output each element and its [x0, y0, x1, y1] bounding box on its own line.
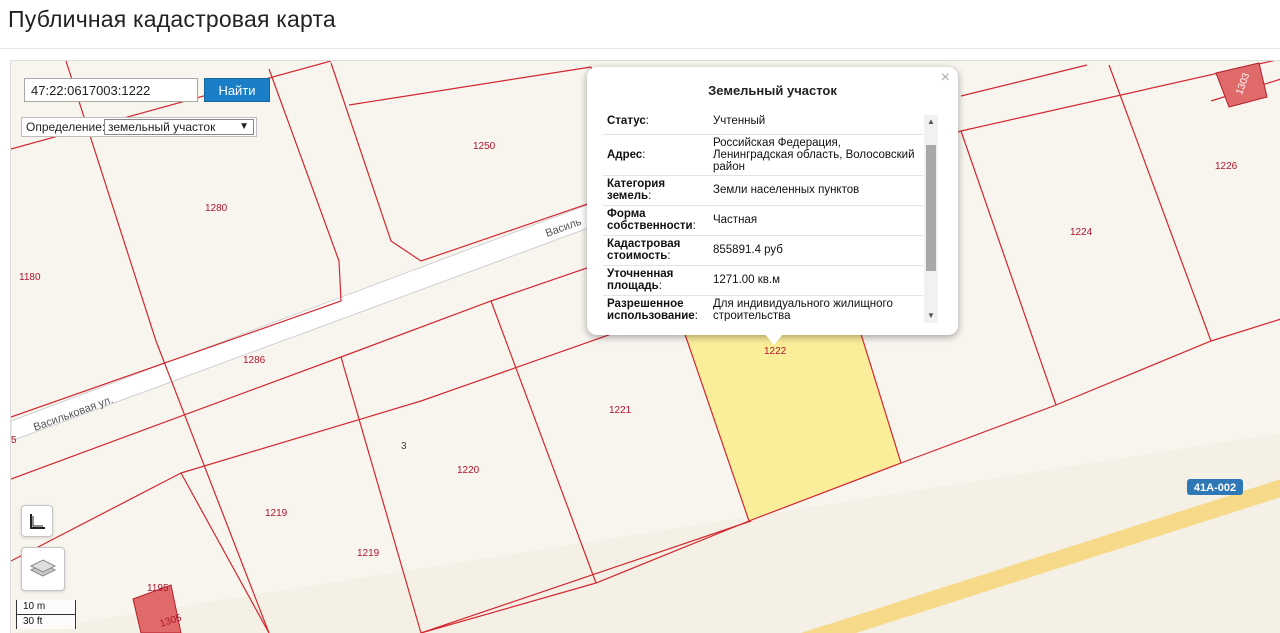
layers-icon	[29, 559, 57, 577]
popup-scrollbar[interactable]: ▲ ▼	[924, 115, 938, 323]
info-value: Частная	[709, 205, 923, 236]
definition-selected: земельный участок	[108, 120, 216, 134]
info-key: Статус:	[603, 109, 709, 135]
find-button[interactable]: Найти	[204, 78, 270, 102]
scale-metric: 10 m	[16, 600, 76, 615]
scroll-up-icon[interactable]: ▲	[924, 115, 938, 129]
cadastral-number-input[interactable]	[24, 78, 198, 102]
info-row: Разрешенное использование: Для индивидуа…	[603, 295, 923, 321]
plot-label: 1220	[457, 465, 480, 476]
info-key: Адрес:	[603, 134, 709, 176]
measure-tool-button[interactable]	[21, 505, 53, 537]
layers-button[interactable]	[21, 547, 65, 591]
info-row: Адрес: Российская Федерация, Ленинградск…	[603, 134, 923, 176]
info-value: 855891.4 руб	[709, 235, 923, 266]
plot-label: 1195	[147, 583, 169, 594]
definition-control: Определение: земельный участок ▼	[21, 117, 257, 137]
info-row: Статус: Учтенный	[603, 109, 923, 135]
plot-label: 1219	[357, 548, 380, 559]
plot-label: 1221	[609, 405, 632, 416]
title-divider	[0, 48, 1280, 49]
parcel-info-table: Статус: Учтенный Адрес: Российская Федер…	[603, 109, 923, 321]
plot-label: 1180	[19, 272, 41, 283]
scale-imperial: 30 ft	[16, 615, 76, 629]
info-row: Категория земель: Земли населенных пункт…	[603, 175, 923, 206]
plot-label: 1226	[1215, 161, 1238, 172]
popup-pointer	[764, 333, 784, 345]
plot-label: 1286	[243, 355, 266, 366]
info-row: Кадастровая стоимость: 855891.4 руб	[603, 235, 923, 266]
scale-bar: 10 m 30 ft	[16, 600, 76, 629]
plot-label: 1280	[205, 203, 228, 214]
info-key: Категория земель:	[603, 175, 709, 206]
scroll-down-icon[interactable]: ▼	[924, 309, 938, 323]
info-key: Кадастровая стоимость:	[603, 235, 709, 266]
info-value: Для индивидуального жилищного строительс…	[709, 295, 923, 321]
info-value: 1271.00 кв.м	[709, 265, 923, 296]
chevron-down-icon: ▼	[239, 121, 249, 132]
plot-label: 1219	[265, 508, 288, 519]
info-key: Уточненная площадь:	[603, 265, 709, 296]
info-value: Российская Федерация, Ленинградская обла…	[709, 134, 923, 176]
ruler-icon	[30, 514, 45, 529]
info-row: Уточненная площадь: 1271.00 кв.м	[603, 265, 923, 296]
definition-label: Определение:	[26, 120, 106, 134]
info-value: Земли населенных пунктов	[709, 175, 923, 206]
definition-select[interactable]: земельный участок ▼	[104, 119, 254, 135]
scroll-thumb[interactable]	[926, 145, 936, 271]
info-key: Форма собственности:	[603, 205, 709, 236]
popup-title: Земельный участок	[708, 83, 837, 98]
parcel-info-popup: × Земельный участок Статус: Учтенный Адр…	[587, 67, 958, 335]
road-badge-label: 41A-002	[1194, 482, 1236, 494]
info-key: Разрешенное использование:	[603, 295, 709, 321]
page-title: Публичная кадастровая карта	[8, 6, 336, 32]
info-value: Учтенный	[709, 109, 923, 135]
plot-label: 5	[11, 435, 17, 446]
info-row: Форма собственности: Частная	[603, 205, 923, 236]
plot-label: 3	[401, 441, 407, 452]
popup-body[interactable]: Статус: Учтенный Адрес: Российская Федер…	[603, 109, 939, 321]
plot-label: 1224	[1070, 227, 1093, 238]
plot-label: 1250	[473, 141, 496, 152]
plot-label: 1222	[764, 346, 787, 357]
